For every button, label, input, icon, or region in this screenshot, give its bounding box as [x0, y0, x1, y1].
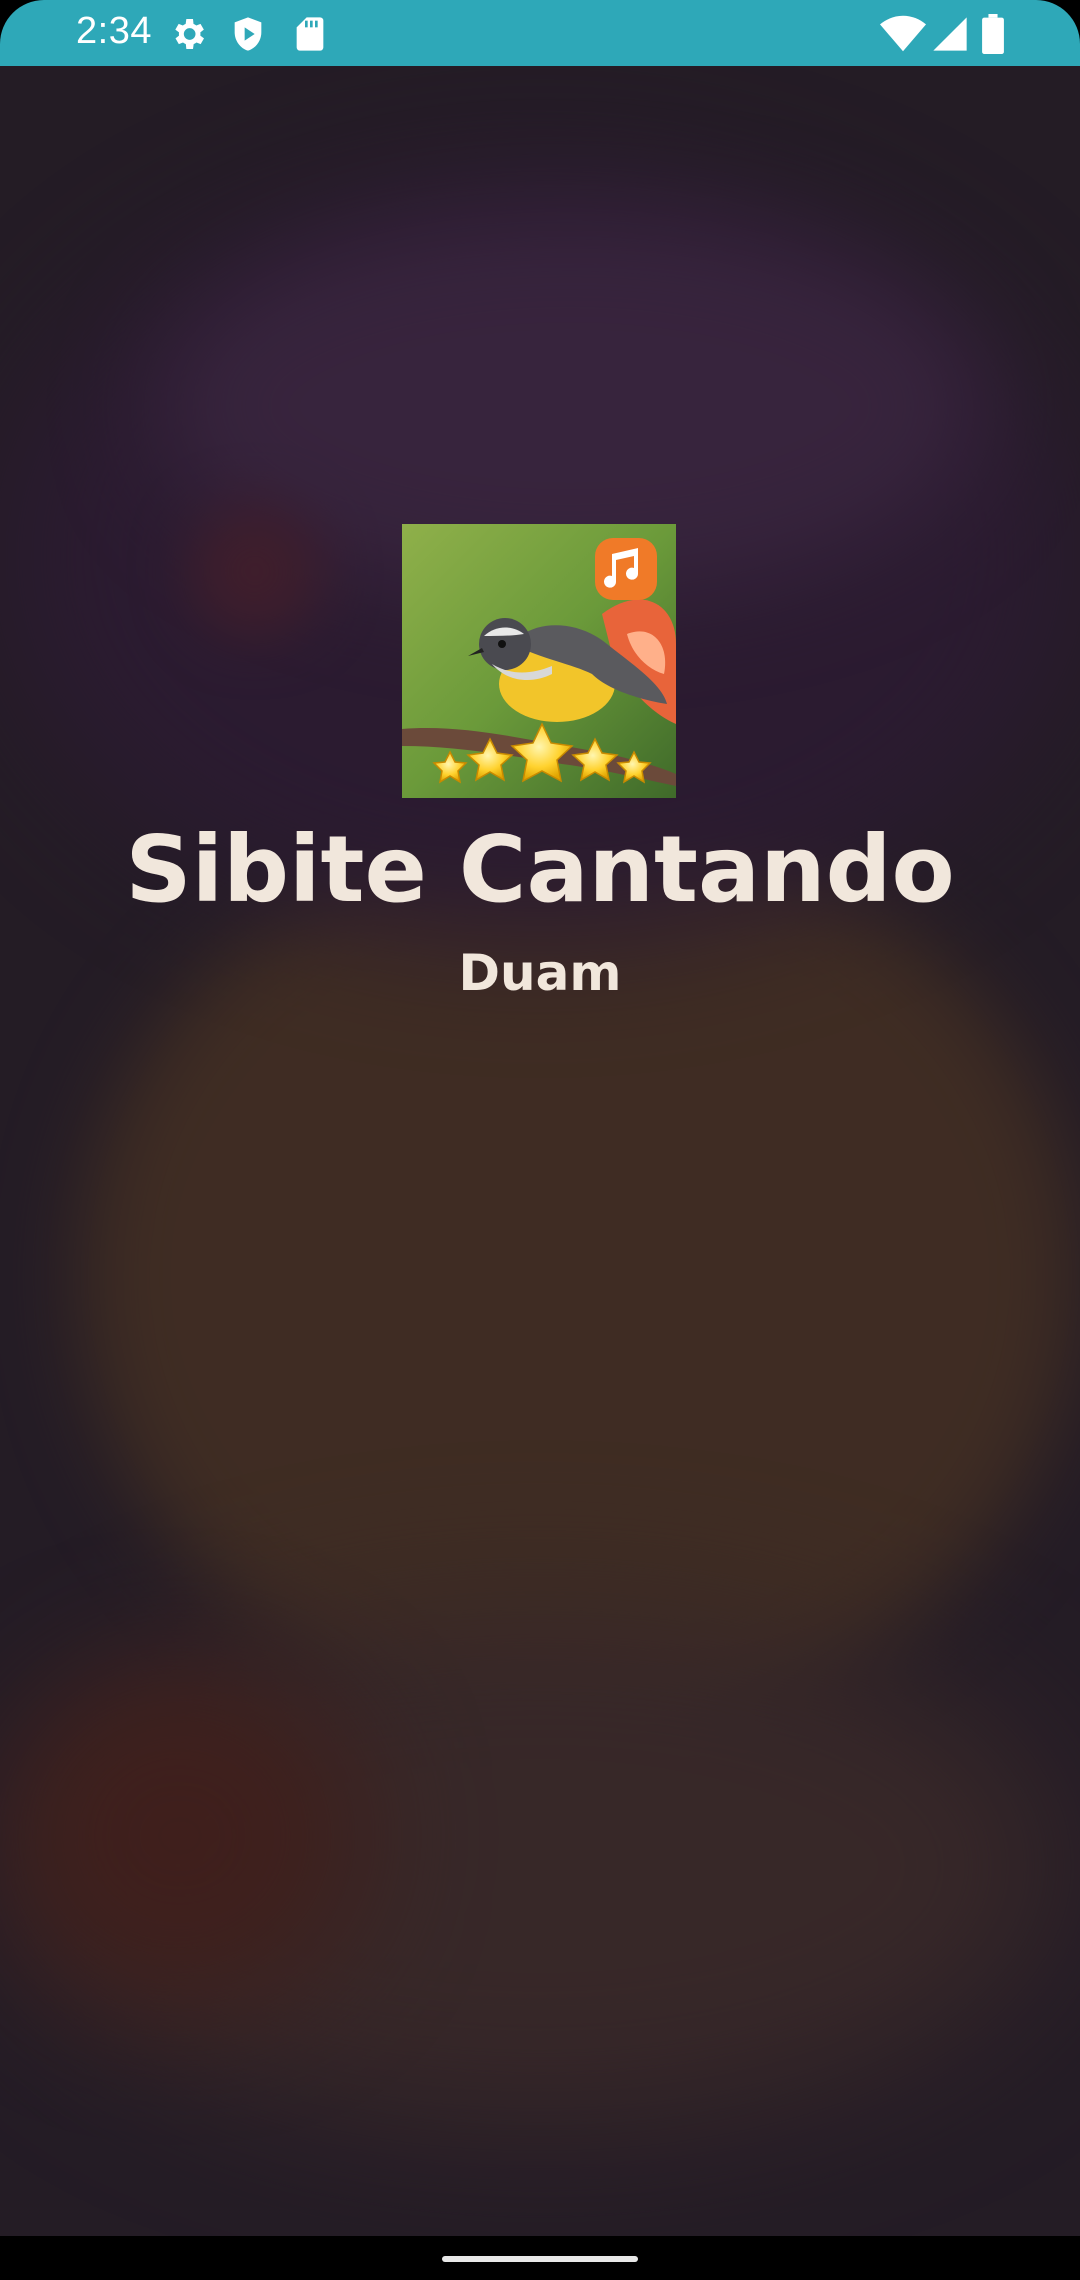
navigation-bar: [0, 2236, 1080, 2280]
splash-background: Sibite Cantando Duam: [0, 66, 1080, 2236]
home-gesture-handle[interactable]: [442, 2256, 638, 2262]
app-author: Duam: [458, 944, 622, 1002]
battery-icon: [980, 14, 1006, 54]
settings-icon: [168, 14, 208, 54]
status-time: 2:34: [76, 10, 152, 52]
app-title: Sibite Cantando: [125, 816, 955, 923]
play-protect-icon: [228, 14, 268, 54]
status-bar: 2:34: [0, 0, 1080, 66]
app-screen: 2:34 Sibite Cantando Duam: [0, 0, 1080, 2280]
app-icon: [402, 524, 676, 798]
sd-card-icon: [290, 14, 330, 54]
background-dim-overlay: [0, 66, 1080, 2236]
wifi-icon: [880, 14, 926, 54]
cell-signal-icon: [930, 14, 970, 54]
